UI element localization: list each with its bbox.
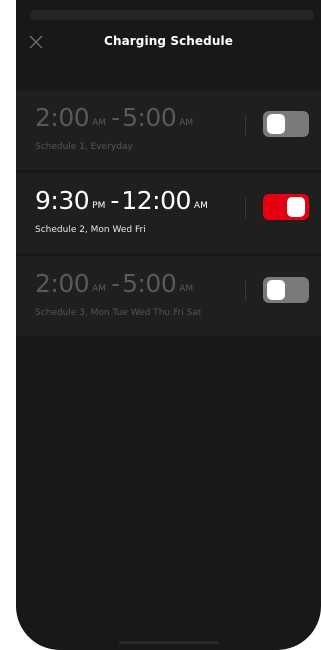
time-separator: - xyxy=(110,186,120,215)
schedule-time-range: 9:30 PM -12:00 AM xyxy=(35,188,211,213)
home-indicator xyxy=(119,641,219,644)
schedule-label: Schedule 3, Mon Tue Wed Thu Fri Sat xyxy=(35,308,202,318)
schedule-row-2[interactable]: 9:30 PM -12:00 AM Schedule 2, Mon Wed Fri xyxy=(16,173,321,253)
schedule-row-3[interactable]: 2:00 AM -5:00 AM Schedule 3, Mon Tue Wed Th… xyxy=(16,256,321,336)
divider xyxy=(245,281,246,301)
end-time: 12:00 xyxy=(121,186,191,215)
page-title: Charging Schedule xyxy=(104,34,233,48)
toggle-knob xyxy=(287,197,305,217)
start-period: AM xyxy=(92,284,107,294)
divider xyxy=(245,198,246,218)
start-time: 2:00 xyxy=(35,269,90,298)
end-period: AM xyxy=(179,118,194,128)
end-period: AM xyxy=(193,201,208,211)
schedule-label: Schedule 2, Mon Wed Fri xyxy=(35,225,146,235)
schedule-list: 2:00 AM -5:00 AM Schedule 1, Everyday 9:30 P… xyxy=(16,90,321,339)
schedule-row-1[interactable]: 2:00 AM -5:00 AM Schedule 1, Everyday xyxy=(16,90,321,170)
phone-screen: Charging Schedule 2:00 AM -5:00 AM Schedule… xyxy=(16,0,321,650)
start-period: PM xyxy=(92,201,106,211)
schedule-label: Schedule 1, Everyday xyxy=(35,142,133,152)
toggle-knob xyxy=(267,114,285,134)
schedule-time-range: 2:00 AM -5:00 AM xyxy=(35,105,196,130)
header: Charging Schedule xyxy=(16,26,321,60)
start-time: 9:30 xyxy=(35,186,90,215)
time-separator: - xyxy=(111,269,121,298)
end-time: 5:00 xyxy=(122,103,177,132)
divider xyxy=(245,115,246,135)
schedule-toggle[interactable] xyxy=(263,194,309,220)
start-time: 2:00 xyxy=(35,103,90,132)
time-separator: - xyxy=(111,103,121,132)
end-time: 5:00 xyxy=(122,269,177,298)
end-period: AM xyxy=(179,284,194,294)
schedule-time-range: 2:00 AM -5:00 AM xyxy=(35,271,196,296)
schedule-toggle[interactable] xyxy=(263,111,309,137)
sheet-edge xyxy=(30,10,314,20)
schedule-toggle[interactable] xyxy=(263,277,309,303)
toggle-knob xyxy=(267,280,285,300)
start-period: AM xyxy=(92,118,107,128)
